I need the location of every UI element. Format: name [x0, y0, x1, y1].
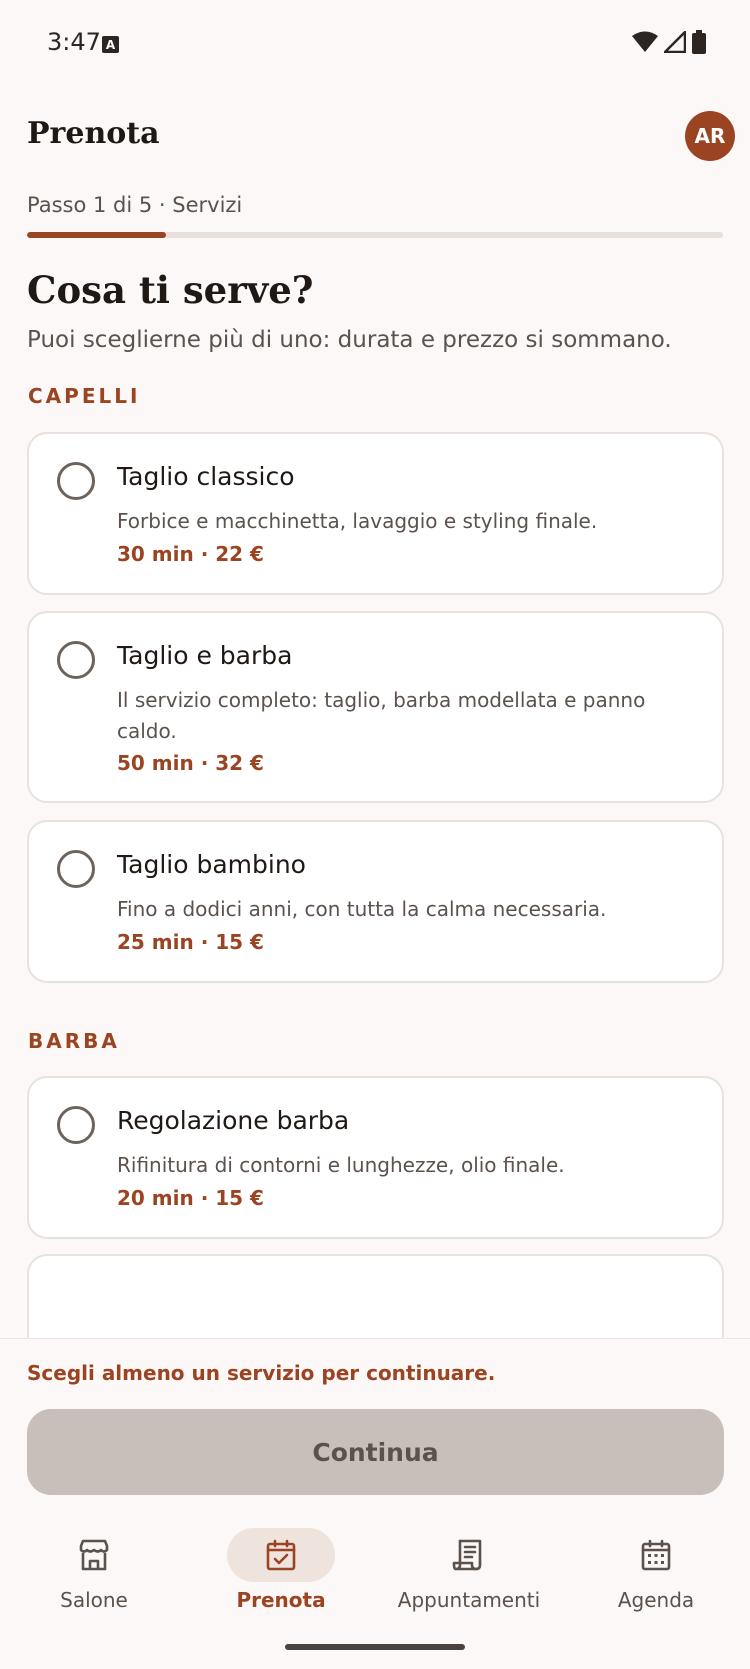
- nav-item-salone[interactable]: Salone: [0, 1520, 188, 1630]
- service-name: Taglio bambino: [117, 850, 306, 879]
- continue-button[interactable]: Continua: [27, 1409, 724, 1495]
- calendar-check-icon: [266, 1539, 296, 1571]
- service-description: Rifinitura di contorni e lunghezze, olio…: [117, 1153, 565, 1177]
- keyboard-a-icon: A: [102, 36, 119, 53]
- bottom-navigation: Salone Prenota Appuntamenti Agenda: [0, 1520, 750, 1630]
- section-heading-capelli: CAPELLI: [28, 384, 141, 408]
- service-description: Forbice e macchinetta, lavaggio e stylin…: [117, 509, 598, 533]
- nav-icon-container: [227, 1528, 335, 1582]
- home-indicator[interactable]: [285, 1644, 465, 1650]
- service-description: Fino a dodici anni, con tutta la calma n…: [117, 897, 607, 921]
- radio-button[interactable]: [57, 1106, 95, 1144]
- calendar-grid-icon: [641, 1539, 671, 1571]
- radio-button[interactable]: [57, 462, 95, 500]
- svg-text:A: A: [106, 38, 116, 52]
- progress-bar: [27, 232, 723, 238]
- service-duration-price: 25 min · 15 €: [117, 930, 264, 954]
- service-name: Taglio classico: [117, 462, 295, 491]
- battery-icon: [692, 30, 706, 54]
- nav-item-prenota[interactable]: Prenota: [187, 1520, 375, 1630]
- progress-fill: [27, 232, 167, 238]
- service-description: Il servizio completo: taglio, barba mode…: [117, 688, 646, 743]
- nav-icon-container: [415, 1528, 523, 1582]
- status-bar: 3:47 A: [0, 0, 750, 88]
- nav-icon-container: [40, 1528, 148, 1582]
- question-subheading: Puoi sceglierne più di uno: durata e pre…: [27, 327, 672, 353]
- service-name: Regolazione barba: [117, 1106, 350, 1135]
- receipt-icon: [452, 1539, 482, 1571]
- nav-item-agenda[interactable]: Agenda: [562, 1520, 750, 1630]
- service-name: Taglio e barba: [117, 641, 293, 670]
- nav-label: Salone: [60, 1588, 128, 1612]
- avatar[interactable]: AR: [685, 111, 735, 161]
- step-label: Passo 1 di 5 · Servizi: [27, 193, 243, 217]
- radio-button[interactable]: [57, 641, 95, 679]
- validation-hint: Scegli almeno un servizio per continuare…: [27, 1361, 496, 1385]
- section-heading-barba: BARBA: [28, 1029, 120, 1053]
- radio-button[interactable]: [57, 850, 95, 888]
- signal-icon: [664, 31, 686, 53]
- service-duration-price: 50 min · 32 €: [117, 751, 264, 775]
- service-duration-price: 20 min · 15 €: [117, 1186, 264, 1210]
- service-card-regolazione-barba[interactable]: Regolazione barba Rifinitura di contorni…: [27, 1076, 724, 1239]
- nav-label: Prenota: [236, 1588, 326, 1612]
- nav-item-appuntamenti[interactable]: Appuntamenti: [375, 1520, 563, 1630]
- status-time: 3:47: [47, 28, 101, 56]
- service-card-taglio-classico[interactable]: Taglio classico Forbice e macchinetta, l…: [27, 432, 724, 595]
- nav-label: Appuntamenti: [397, 1588, 541, 1612]
- page-title: Prenota: [27, 116, 160, 151]
- nav-label: Agenda: [617, 1588, 695, 1612]
- nav-icon-container: [602, 1528, 710, 1582]
- question-heading: Cosa ti serve?: [27, 268, 314, 312]
- wifi-icon: [632, 31, 658, 52]
- service-card-taglio-bambino[interactable]: Taglio bambino Fino a dodici anni, con t…: [27, 820, 724, 983]
- storefront-icon: [79, 1539, 109, 1571]
- top-app-bar: Prenota AR: [0, 100, 750, 180]
- service-card-taglio-e-barba[interactable]: Taglio e barba Il servizio completo: tag…: [27, 611, 724, 803]
- service-duration-price: 30 min · 22 €: [117, 542, 264, 566]
